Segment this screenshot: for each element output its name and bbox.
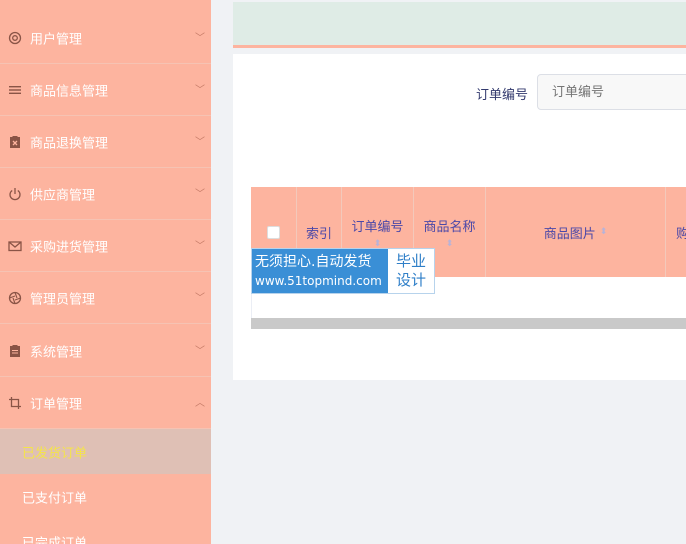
mail-icon <box>8 239 22 253</box>
sidebar-item-order[interactable]: 订单管理 ︿ <box>0 377 211 429</box>
submenu-item-label: 已完成订单 <box>22 536 88 544</box>
crop-icon <box>8 396 22 410</box>
lifebuoy-icon <box>8 31 22 45</box>
sidebar-item-user-management[interactable]: 用户管理 ﹀ <box>0 12 211 64</box>
sort-icon[interactable]: ⬍ <box>374 239 382 249</box>
chevron-down-icon: ﹀ <box>195 292 205 304</box>
sort-icon[interactable]: ⬍ <box>446 239 454 249</box>
watermark-tag-2: 设计 <box>395 271 426 289</box>
chevron-up-icon: ︿ <box>195 397 205 409</box>
sidebar-item-label: 订单管理 <box>30 397 83 412</box>
clipboard-icon <box>8 344 22 358</box>
chevron-down-icon: ﹀ <box>195 345 205 357</box>
sidebar-item-product-return[interactable]: 商品退换管理 ﹀ <box>0 116 211 168</box>
sidebar-item-purchase[interactable]: 采购进货管理 ﹀ <box>0 220 211 272</box>
sidebar-item-label: 采购进货管理 <box>30 240 109 255</box>
watermark-logo: 无须担心.自动发货 www.51topmind.com 毕业 设计 <box>251 248 435 294</box>
sidebar-item-admin[interactable]: 管理员管理 ﹀ <box>0 272 211 324</box>
sidebar-item-product-info[interactable]: 商品信息管理 ﹀ <box>0 64 211 116</box>
column-header-label: 商品图片 <box>543 226 596 242</box>
watermark-right: 毕业 设计 <box>388 249 434 293</box>
chevron-down-icon: ﹀ <box>195 136 205 148</box>
watermark-tag-1: 毕业 <box>395 252 426 270</box>
select-all-checkbox[interactable] <box>267 225 280 239</box>
horizontal-scrollbar[interactable] <box>251 318 686 329</box>
sidebar-item-label: 管理员管理 <box>30 292 96 307</box>
column-header-label: 索引 <box>305 226 332 242</box>
order-number-input[interactable] <box>537 74 686 110</box>
chevron-down-icon: ﹀ <box>195 84 205 96</box>
sidebar-item-system[interactable]: 系统管理 ﹀ <box>0 325 211 377</box>
sidebar-item-label: 供应商管理 <box>30 188 96 203</box>
sort-icon[interactable]: ⬍ <box>600 227 608 237</box>
sidebar-item-label: 商品信息管理 <box>30 84 109 99</box>
submenu-item-label: 已发货订单 <box>22 446 88 461</box>
submenu-item-completed-orders[interactable]: 已完成订单 <box>0 519 211 544</box>
sidebar-item-label: 系统管理 <box>30 345 83 360</box>
column-header-label: 购 <box>676 226 686 242</box>
chevron-down-icon: ﹀ <box>195 188 205 200</box>
top-banner <box>233 2 686 48</box>
chevron-down-icon: ﹀ <box>195 240 205 252</box>
power-icon <box>8 187 22 201</box>
clipboard-x-icon <box>8 135 22 149</box>
watermark-slogan: 无须担心.自动发货 <box>255 254 372 270</box>
sidebar-item-supplier[interactable]: 供应商管理 ﹀ <box>0 168 211 220</box>
order-number-label: 订单编号 <box>476 88 529 103</box>
sidebar-item-label: 用户管理 <box>30 32 83 47</box>
sidebar: 用户管理 ﹀ 商品信息管理 ﹀ 商品退换管理 ﹀ 供应商管理 ﹀ 采购进货管理 … <box>0 0 211 544</box>
column-header-product-image[interactable]: 商品图片 ⬍ <box>486 187 666 277</box>
sidebar-item-label: 商品退换管理 <box>30 136 109 151</box>
submenu-item-shipped-orders[interactable]: 已发货订单 <box>0 429 211 474</box>
submenu-item-paid-orders[interactable]: 已支付订单 <box>0 474 211 519</box>
aperture-icon <box>8 291 22 305</box>
column-header-label: 订单编号 <box>351 219 404 235</box>
watermark-left: 无须担心.自动发货 www.51topmind.com <box>252 249 388 293</box>
submenu-item-label: 已支付订单 <box>22 491 88 506</box>
chevron-down-icon: ﹀ <box>195 32 205 44</box>
watermark-url: www.51topmind.com <box>255 274 382 288</box>
list-icon <box>8 83 22 97</box>
column-header-purchase[interactable]: 购 <box>666 187 686 277</box>
column-header-label: 商品名称 <box>423 219 476 235</box>
